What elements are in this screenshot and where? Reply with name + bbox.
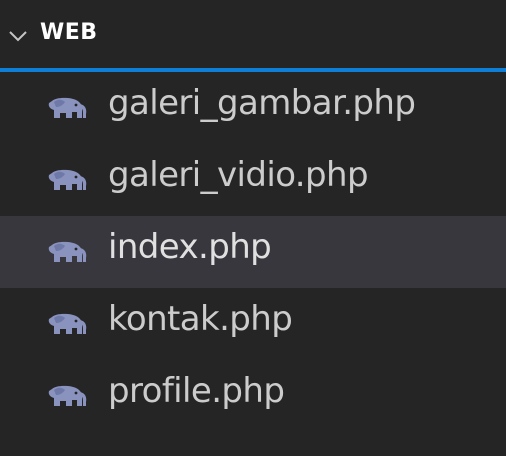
file-name: kontak.php bbox=[108, 299, 293, 339]
php-elephant-icon bbox=[48, 313, 87, 334]
file-item-kontak[interactable]: kontak.php bbox=[0, 288, 506, 360]
chevron-down-icon[interactable] bbox=[8, 26, 28, 46]
php-elephant-icon bbox=[48, 97, 87, 118]
file-item-index[interactable]: index.php bbox=[0, 216, 506, 288]
file-name: index.php bbox=[108, 227, 272, 267]
file-name: galeri_vidio.php bbox=[108, 155, 369, 195]
php-elephant-icon bbox=[48, 169, 87, 190]
folder-section-header[interactable]: WEB bbox=[0, 0, 506, 68]
file-list: galeri_gambar.php galeri_vidio.php index… bbox=[0, 72, 506, 432]
file-name: galeri_gambar.php bbox=[108, 83, 416, 123]
file-explorer: WEB galeri_gambar.php galeri_vidio.php i… bbox=[0, 0, 506, 456]
file-name: profile.php bbox=[108, 371, 285, 411]
folder-title: WEB bbox=[40, 20, 98, 45]
php-elephant-icon bbox=[48, 385, 87, 406]
file-item-galeri-vidio[interactable]: galeri_vidio.php bbox=[0, 144, 506, 216]
file-item-galeri-gambar[interactable]: galeri_gambar.php bbox=[0, 72, 506, 144]
php-elephant-icon bbox=[48, 241, 87, 262]
file-item-profile[interactable]: profile.php bbox=[0, 360, 506, 432]
